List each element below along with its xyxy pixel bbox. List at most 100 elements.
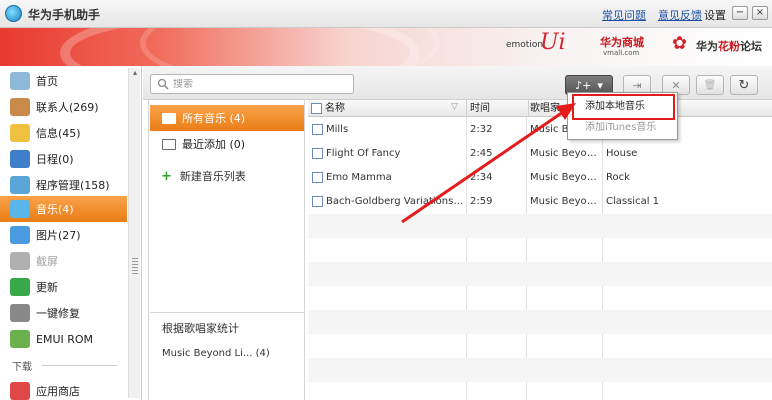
sidebar-item-update[interactable]: 更新	[0, 274, 127, 300]
sidebar-item-contacts[interactable]: 联系人(269)	[0, 94, 127, 120]
sidebar-item-emui-rom[interactable]: EMUI ROM	[0, 326, 127, 352]
faq-link[interactable]: 常见问题	[602, 7, 646, 23]
refresh-button[interactable]: ↻	[730, 75, 758, 95]
column-header-name[interactable]: 名称	[322, 100, 467, 117]
emotion-ui-logo[interactable]: Ui	[540, 30, 566, 55]
song-name: Emo Mamma	[326, 172, 392, 183]
sidebar-scrollbar[interactable]: ▴	[128, 68, 140, 398]
forum-highlight: 花粉	[718, 40, 740, 53]
song-genre: Classical 1	[606, 196, 660, 207]
table-row[interactable]: Bach-Goldberg Variations ... 2:59 Music …	[308, 190, 772, 214]
banner: emotion Ui 华为商城 vmall.com ✿ 华为花粉论坛	[0, 28, 772, 66]
sidebar-item-label: 首页	[36, 75, 58, 88]
song-artist: Music Beyon...	[530, 148, 601, 159]
highlight-box	[572, 94, 675, 120]
sidebar-item-pictures[interactable]: 图片(27)	[0, 222, 127, 248]
sidebar-item-label: 应用商店	[36, 385, 80, 398]
resize-grip-icon[interactable]	[132, 258, 138, 274]
folder-icon	[162, 112, 176, 124]
download-section-label: 下载	[12, 362, 32, 373]
table-row[interactable]: Emo Mamma 2:34 Music Beyon... Rock	[308, 166, 772, 190]
home-icon	[10, 72, 30, 90]
category-recent[interactable]: 最近添加 (0)	[150, 131, 304, 157]
music-categories-panel: 所有音乐 (4) 最近添加 (0) + 新建音乐列表 根据歌唱家统计 Music…	[148, 100, 305, 400]
music-table: 名称 ▽ 时间 歌唱家 流派 Mills 2:32 Music Beyon...…	[308, 100, 772, 400]
sidebar-item-messages[interactable]: 信息(45)	[0, 120, 127, 146]
sidebar-item-label: 联系人(269)	[36, 101, 99, 114]
apps-icon	[10, 176, 30, 194]
plus-icon: +	[161, 168, 172, 184]
delete-button[interactable]: 🗑	[696, 75, 724, 95]
vmall-title[interactable]: 华为商城	[600, 34, 644, 50]
song-name: Mills	[326, 124, 349, 135]
title-links: 常见问题 意见反馈	[602, 7, 702, 23]
empty-row	[308, 310, 772, 334]
menu-item-add-itunes-music[interactable]: 添加iTunes音乐	[568, 117, 677, 139]
new-playlist-button[interactable]: + 新建音乐列表	[161, 168, 246, 184]
update-icon	[10, 278, 30, 296]
sidebar-item-label: EMUI ROM	[36, 332, 94, 346]
category-label: 最近添加 (0)	[182, 138, 246, 151]
empty-row	[308, 286, 772, 310]
forum-prefix: 华为	[696, 40, 718, 53]
sidebar-item-label: 图片(27)	[36, 229, 81, 242]
close-button[interactable]: ×	[752, 6, 768, 20]
sidebar: 首页 联系人(269) 信息(45) 日程(0) 程序管理(158) 音乐(4)…	[0, 66, 142, 400]
section-divider	[42, 365, 117, 366]
empty-row	[308, 238, 772, 262]
sidebar-item-label: 信息(45)	[36, 127, 81, 140]
sidebar-item-calendar[interactable]: 日程(0)	[0, 146, 127, 172]
app-logo-icon	[5, 5, 22, 22]
song-artist: Music Beyon...	[530, 172, 601, 183]
sidebar-item-label: 程序管理(158)	[36, 179, 110, 192]
feedback-link[interactable]: 意见反馈	[658, 7, 702, 23]
table-row[interactable]: Flight Of Fancy 2:45 Music Beyon... Hous…	[308, 142, 772, 166]
song-genre: House	[606, 148, 638, 159]
sidebar-item-apps[interactable]: 程序管理(158)	[0, 172, 127, 198]
table-header: 名称 ▽ 时间 歌唱家 流派	[308, 100, 772, 117]
search-input[interactable]	[173, 78, 343, 90]
chevron-down-icon: ▾	[597, 78, 603, 92]
title-bar: 华为手机助手 常见问题 意见反馈 设置 − ×	[0, 0, 772, 28]
sidebar-item-repair[interactable]: 一键修复	[0, 300, 127, 326]
folder-icon	[162, 138, 176, 150]
row-checkbox[interactable]	[312, 148, 323, 159]
scroll-up-icon[interactable]: ▴	[129, 68, 141, 80]
song-name: Bach-Goldberg Variations ...	[326, 196, 465, 207]
sidebar-item-screenshot[interactable]: 截屏	[0, 248, 127, 274]
settings-link[interactable]: 设置	[704, 7, 726, 23]
app-title: 华为手机助手	[28, 8, 101, 22]
calendar-icon	[10, 150, 30, 168]
search-box[interactable]	[150, 74, 354, 94]
music-icon	[10, 200, 30, 218]
category-all-music[interactable]: 所有音乐 (4)	[150, 105, 304, 131]
sidebar-item-label: 日程(0)	[36, 153, 74, 166]
row-checkbox[interactable]	[312, 196, 323, 207]
export-icon: ⇥	[632, 78, 642, 92]
forum-suffix: 论坛	[740, 40, 762, 53]
row-checkbox[interactable]	[312, 124, 323, 135]
sidebar-item-label: 一键修复	[36, 307, 80, 320]
table-row[interactable]: Mills 2:32 Music Beyon...	[308, 118, 772, 142]
screenshot-icon	[10, 252, 30, 270]
sidebar-item-music[interactable]: 音乐(4)	[0, 196, 127, 222]
sidebar-item-label: 音乐(4)	[36, 203, 74, 216]
song-name: Flight Of Fancy	[326, 148, 401, 159]
sort-icon: ▽	[451, 102, 458, 112]
column-header-time[interactable]: 时间	[467, 100, 529, 117]
empty-row	[308, 382, 772, 400]
sidebar-item-app-store[interactable]: 应用商店	[0, 378, 127, 400]
messages-icon	[10, 124, 30, 142]
forum-link[interactable]: 华为花粉论坛	[696, 38, 762, 54]
minimize-button[interactable]: −	[732, 6, 748, 20]
sidebar-item-home[interactable]: 首页	[0, 68, 127, 94]
artist-item[interactable]: Music Beyond Li... (4)	[162, 348, 270, 359]
emotion-text: emotion	[506, 40, 544, 50]
vmall-url: vmall.com	[603, 49, 640, 57]
search-icon	[157, 78, 169, 90]
select-all-checkbox[interactable]	[311, 103, 322, 114]
song-genre: Rock	[606, 172, 630, 183]
repair-icon	[10, 304, 30, 322]
song-time: 2:32	[470, 124, 493, 135]
row-checkbox[interactable]	[312, 172, 323, 183]
